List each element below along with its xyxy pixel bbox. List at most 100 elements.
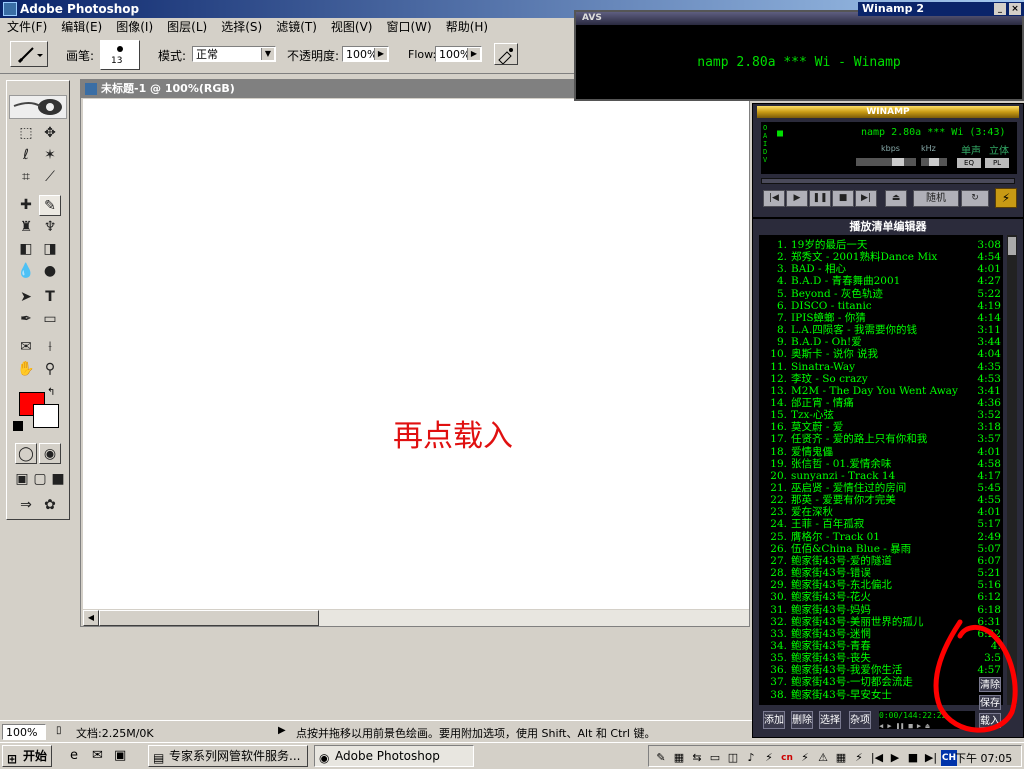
winamp-system-titlebar[interactable]: Winamp 2 _ × <box>858 2 1024 16</box>
history-brush-tool-icon[interactable]: ♆ <box>39 217 61 238</box>
lightning2-tray-icon[interactable]: ⚡ <box>797 750 813 766</box>
winamp-titlebar[interactable]: WINAMP <box>757 106 1019 118</box>
opacity-input[interactable]: 100% ▶ <box>342 46 389 62</box>
select-button[interactable]: 选择 <box>819 711 841 729</box>
notes-tool-icon[interactable]: ✉ <box>15 337 37 358</box>
playlist-item[interactable]: 9. B.A.D - Oh!爱 3:44 <box>759 336 1003 348</box>
cn-tray-icon[interactable]: cn <box>779 750 795 766</box>
computer-tray-icon[interactable]: ▭ <box>707 750 723 766</box>
start-button[interactable]: ⊞ 开始 <box>2 745 52 767</box>
remove-button[interactable]: 删除 <box>791 711 813 729</box>
brush-tool-icon[interactable]: ✎ <box>39 195 61 216</box>
playlist-toggle[interactable]: PL <box>985 158 1009 168</box>
tray-previous-icon[interactable]: |◀ <box>869 750 885 766</box>
quick-mask-mode-icon[interactable]: ◉ <box>39 443 61 464</box>
network-tray-icon[interactable]: ⇆ <box>689 750 705 766</box>
brush-size-picker[interactable]: 13 <box>100 40 140 70</box>
playlist-item[interactable]: 20. sunyanzi - Track 14 4:17 <box>759 470 1003 482</box>
clock[interactable]: 下午 07:05 <box>955 750 1012 766</box>
status-arrow-icon[interactable]: ▶ <box>278 725 286 736</box>
scroll-thumb[interactable] <box>99 610 319 626</box>
playlist-titlebar[interactable]: 播放清单编辑器 <box>757 221 1019 233</box>
swap-colors-icon[interactable]: ↰ <box>47 387 55 398</box>
playlist-item[interactable]: 30. 鲍家街43号-花火 6:12 <box>759 591 1003 603</box>
playlist-item[interactable]: 7. IPIS蟑螂 - 你猜 4:14 <box>759 312 1003 324</box>
type-tool-icon[interactable]: T <box>39 287 61 308</box>
menu-window[interactable]: 窗口(W) <box>379 18 438 37</box>
jump-to-imageready-icon[interactable]: ⇒ <box>15 495 37 516</box>
eyedropper-tool-icon[interactable]: ⟊ <box>39 337 61 358</box>
pause-button[interactable]: ❚❚ <box>809 190 831 207</box>
crop-tool-icon[interactable]: ⌗ <box>15 167 37 188</box>
shape-tool-icon[interactable]: ▭ <box>39 309 61 330</box>
tray-next-icon[interactable]: ▶| <box>923 750 939 766</box>
screen-mode-full-icon[interactable]: ■ <box>47 469 69 490</box>
airbrush-toggle[interactable] <box>494 43 518 65</box>
playlist-item[interactable]: 23. 爱在深秋 4:01 <box>759 506 1003 518</box>
playlist-item[interactable]: 18. 爱情鬼儡 4:01 <box>759 446 1003 458</box>
menu-file[interactable]: 文件(F) <box>0 18 54 37</box>
minimize-icon[interactable]: _ <box>994 3 1006 15</box>
playlist-scroll-thumb[interactable] <box>1008 237 1016 255</box>
playlist-item[interactable]: 12. 李玟 - So crazy 4:53 <box>759 373 1003 385</box>
playlist-item[interactable]: 22. 那英 - 爱要有你才完美 4:55 <box>759 494 1003 506</box>
playlist-item[interactable]: 26. 伍佰&China Blue - 暴雨 5:07 <box>759 543 1003 555</box>
menu-filter[interactable]: 滤镜(T) <box>269 18 324 37</box>
marquee-tool-icon[interactable]: ⬚ <box>15 123 37 144</box>
mode-select[interactable]: 正常 ▼ <box>192 46 276 62</box>
clutterbar[interactable]: OAIDV <box>763 124 771 164</box>
canvas[interactable]: 再点载入 <box>83 99 749 609</box>
playlist-item[interactable]: 21. 巫启贤 - 爱情住过的房间 5:45 <box>759 482 1003 494</box>
playlist-item[interactable]: 14. 邰正宵 - 情痛 4:36 <box>759 397 1003 409</box>
volume-tray-icon[interactable]: ♪ <box>743 750 759 766</box>
playlist-item[interactable]: 13. M2M - The Day You Went Away 3:41 <box>759 385 1003 397</box>
lasso-tool-icon[interactable]: ℓ <box>15 145 37 166</box>
playlist-item[interactable]: 4. B.A.D - 青春舞曲2001 4:27 <box>759 275 1003 287</box>
playlist-item[interactable]: 3. BAD - 相心 4:01 <box>759 263 1003 275</box>
slice-tool-icon[interactable]: ⟋ <box>39 167 61 188</box>
eq-toggle[interactable]: EQ <box>957 158 981 168</box>
document-info-icon[interactable]: ▯ <box>56 725 62 736</box>
scroll-left-arrow-icon[interactable]: ◀ <box>83 610 99 626</box>
playlist-item[interactable]: 24. 王菲 - 百年孤寂 5:17 <box>759 518 1003 530</box>
menu-image[interactable]: 图像(I) <box>109 18 160 37</box>
playlist-item[interactable]: 29. 鲍家街43号-东北偏北 5:16 <box>759 579 1003 591</box>
blur-tool-icon[interactable]: 💧 <box>15 261 37 282</box>
imageready-icon[interactable]: ✿ <box>39 495 61 516</box>
balance-slider[interactable] <box>921 158 947 166</box>
ie-quicklaunch-icon[interactable]: e <box>70 748 78 763</box>
display-tray-icon[interactable]: ◫ <box>725 750 741 766</box>
warning-tray-icon[interactable]: ⚠ <box>815 750 831 766</box>
photoshop-eye-logo[interactable] <box>9 95 67 119</box>
standard-mode-icon[interactable]: ◯ <box>15 443 37 464</box>
eraser-tool-icon[interactable]: ◧ <box>15 239 37 260</box>
playlist-item[interactable]: 16. 莫文蔚 - 爱 3:18 <box>759 421 1003 433</box>
grid-tray-icon[interactable]: ▦ <box>833 750 849 766</box>
default-colors-icon[interactable] <box>13 421 23 431</box>
menu-layer[interactable]: 图层(L) <box>160 18 214 37</box>
pen-tool-icon[interactable]: ✒ <box>15 309 37 330</box>
playlist-item[interactable]: 8. L.A.四陨客 - 我需要你的钱 3:11 <box>759 324 1003 336</box>
flow-input[interactable]: 100% ▶ <box>435 46 482 62</box>
background-color-swatch[interactable] <box>33 404 59 428</box>
volume-slider[interactable] <box>856 158 916 166</box>
playlist-item[interactable]: 25. 膺格尔 - Track 01 2:49 <box>759 531 1003 543</box>
close-icon[interactable]: × <box>1009 3 1021 15</box>
previous-button[interactable]: |◀ <box>763 190 785 207</box>
hand-tool-icon[interactable]: ✋ <box>15 359 37 380</box>
playlist-item[interactable]: 2. 郑秀文 - 2001熟料Dance Mix 4:54 <box>759 251 1003 263</box>
menu-edit[interactable]: 编辑(E) <box>54 18 109 37</box>
playlist-item[interactable]: 6. DISCO - titanic 4:19 <box>759 300 1003 312</box>
magic-wand-tool-icon[interactable]: ✶ <box>39 145 61 166</box>
playlist-item[interactable]: 5. Beyond - 灰色轨迹 5:22 <box>759 288 1003 300</box>
horizontal-scrollbar[interactable]: ◀ <box>83 610 749 626</box>
taskbar-item-photoshop[interactable]: ◉ Adobe Photoshop <box>314 745 474 767</box>
playlist-item[interactable]: 27. 鲍家街43号-爱的隧道 6:07 <box>759 555 1003 567</box>
clone-stamp-tool-icon[interactable]: ♜ <box>15 217 37 238</box>
misc-button[interactable]: 杂项 <box>849 711 871 729</box>
taskbar-item-netadmin[interactable]: ▤ 专家系列网管软件服务... <box>148 745 308 767</box>
move-tool-icon[interactable]: ✥ <box>39 123 61 144</box>
eject-button[interactable]: ⏏ <box>885 190 907 207</box>
play-button[interactable]: ▶ <box>786 190 808 207</box>
lightning-tray-icon[interactable]: ⚡ <box>761 750 777 766</box>
